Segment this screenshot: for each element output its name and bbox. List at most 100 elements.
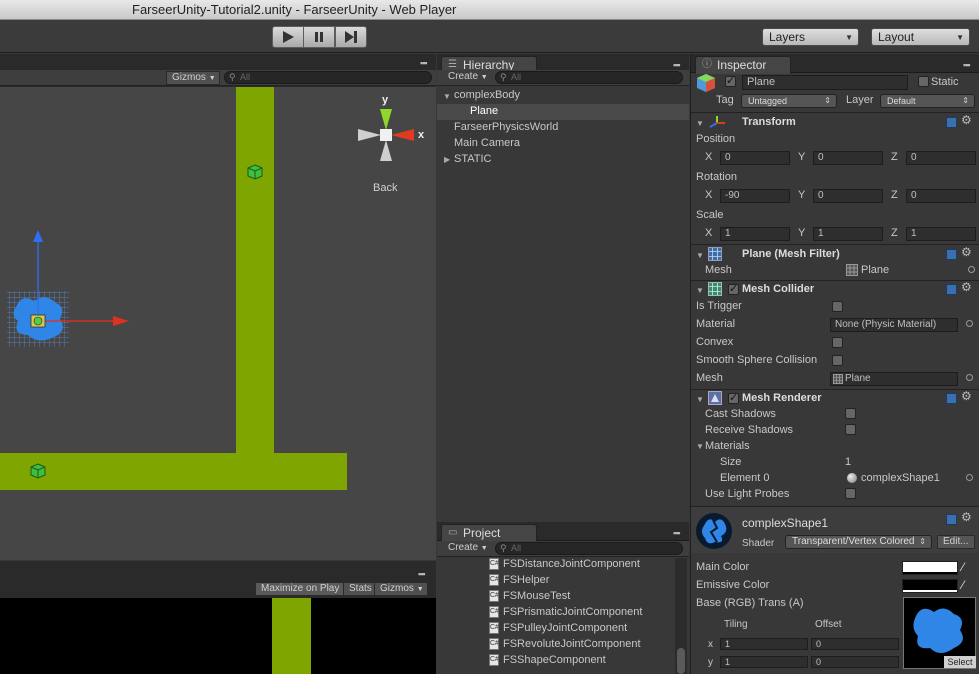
panel-menu-icon[interactable]: ▪▪▪ — [963, 60, 971, 70]
gear-icon[interactable]: ⚙ — [961, 245, 972, 259]
active-checkbox[interactable] — [725, 74, 736, 87]
eyedropper-icon[interactable]: ⁄ — [962, 560, 964, 574]
hierarchy-item[interactable]: Main Camera — [454, 137, 520, 149]
position-z-field[interactable]: 0 — [906, 151, 976, 165]
object-picker-icon[interactable] — [966, 474, 973, 481]
emissive-color-swatch[interactable] — [902, 579, 958, 593]
project-file[interactable]: C# FSMouseTest — [489, 590, 570, 602]
expand-down-icon[interactable]: ▼ — [696, 119, 704, 128]
rotation-z-field[interactable]: 0 — [906, 189, 976, 203]
scene-viewport[interactable]: y x Back — [0, 87, 436, 560]
hierarchy-create-dropdown[interactable]: Create ▼ — [443, 71, 489, 85]
mesh-filter-value[interactable]: Plane — [861, 264, 889, 276]
panel-menu-icon[interactable]: ▪▪▪ — [418, 569, 426, 579]
scrollbar-thumb[interactable] — [677, 648, 685, 674]
hierarchy-item[interactable]: complexBody — [454, 89, 520, 101]
project-file[interactable]: C# FSHelper — [489, 574, 549, 586]
hierarchy-item[interactable]: FarseerPhysicsWorld — [454, 121, 558, 133]
panel-menu-icon[interactable]: ▪▪▪ — [673, 528, 681, 538]
project-file[interactable]: C# FSPulleyJointComponent — [489, 622, 627, 634]
project-create-dropdown[interactable]: Create ▼ — [443, 542, 489, 556]
rotation-x-field[interactable]: -90 — [720, 189, 790, 203]
expand-down-icon[interactable]: ▼ — [696, 395, 704, 404]
position-y-field[interactable]: 0 — [813, 151, 883, 165]
stats-button[interactable]: Stats — [343, 582, 378, 596]
static-checkbox[interactable] — [918, 76, 929, 87]
is-trigger-checkbox[interactable] — [832, 301, 843, 312]
object-name-field[interactable]: Plane — [742, 75, 908, 90]
panel-menu-icon[interactable]: ▪▪▪ — [420, 58, 428, 68]
step-button[interactable] — [335, 26, 367, 48]
csharp-file-icon: C# — [489, 606, 499, 618]
expand-down-icon[interactable]: ▼ — [443, 92, 451, 101]
eyedropper-icon[interactable]: ⁄ — [962, 578, 964, 592]
panel-menu-icon[interactable]: ▪▪▪ — [673, 60, 681, 70]
expand-down-icon[interactable]: ▼ — [696, 286, 704, 295]
tab-inspector[interactable]: ⓘ Inspector — [695, 56, 791, 74]
help-book-icon[interactable] — [946, 514, 957, 525]
smooth-sphere-checkbox[interactable] — [832, 355, 843, 366]
tag-dropdown[interactable]: Untagged ⇕ — [741, 94, 837, 108]
scene-search-input[interactable]: ⚲ All — [224, 71, 432, 84]
help-book-icon[interactable] — [946, 117, 957, 128]
shader-edit-button[interactable]: Edit... — [937, 535, 975, 549]
hierarchy-search-input[interactable]: ⚲ All — [495, 71, 683, 84]
pause-button[interactable] — [303, 26, 335, 48]
layers-dropdown[interactable]: Layers ▼ — [762, 28, 859, 46]
offset-x-field[interactable]: 0 — [811, 638, 899, 650]
object-picker-icon[interactable] — [966, 374, 973, 381]
expand-down-icon[interactable]: ▼ — [696, 251, 704, 260]
gear-icon[interactable]: ⚙ — [961, 510, 972, 524]
expand-down-icon[interactable]: ▼ — [696, 442, 704, 451]
texture-select-button[interactable]: Select — [944, 656, 976, 668]
offset-y-field[interactable]: 0 — [811, 656, 899, 668]
collider-mesh-field[interactable]: Plane — [830, 372, 958, 386]
maximize-on-play-toggle[interactable]: Maximize on Play — [255, 582, 346, 596]
receive-shadows-checkbox[interactable] — [845, 424, 856, 435]
game-viewport[interactable] — [0, 598, 436, 674]
hierarchy-item-selected[interactable]: Plane — [470, 105, 498, 117]
texture-slot[interactable]: Select — [903, 597, 976, 669]
tiling-y-field[interactable]: 1 — [720, 656, 808, 668]
scale-x-field[interactable]: 1 — [720, 227, 790, 241]
use-light-probes-checkbox[interactable] — [845, 488, 856, 499]
play-button[interactable] — [272, 26, 304, 48]
object-picker-icon[interactable] — [966, 320, 973, 327]
gear-icon[interactable]: ⚙ — [961, 113, 972, 127]
main-color-swatch[interactable] — [902, 561, 958, 575]
tab-project[interactable]: ▭ Project — [441, 524, 537, 542]
rotation-y-field[interactable]: 0 — [813, 189, 883, 203]
game-gizmos-dropdown[interactable]: Gizmos ▼ — [374, 582, 428, 596]
tiling-x-field[interactable]: 1 — [720, 638, 808, 650]
position-x-field[interactable]: 0 — [720, 151, 790, 165]
project-file[interactable]: C# FSPrismaticJointComponent — [489, 606, 642, 618]
scene-gizmos-dropdown[interactable]: Gizmos ▼ — [166, 71, 220, 85]
help-book-icon[interactable] — [946, 284, 957, 295]
selected-object-gizmo[interactable] — [4, 227, 134, 347]
help-book-icon[interactable] — [946, 249, 957, 260]
layer-dropdown[interactable]: Default ⇕ — [880, 94, 975, 108]
layout-dropdown[interactable]: Layout ▼ — [871, 28, 970, 46]
expand-right-icon[interactable]: ▶ — [444, 155, 450, 164]
physic-material-field[interactable]: None (Physic Material) — [830, 318, 958, 332]
gear-icon[interactable]: ⚙ — [961, 280, 972, 294]
project-file[interactable]: C# FSRevoluteJointComponent — [489, 638, 641, 650]
gear-icon[interactable]: ⚙ — [961, 389, 972, 403]
mesh-renderer-enabled-checkbox[interactable] — [728, 391, 739, 404]
hierarchy-item[interactable]: STATIC — [454, 153, 491, 165]
project-file[interactable]: C# FSShapeComponent — [489, 654, 606, 666]
mesh-collider-enabled-checkbox[interactable] — [728, 282, 739, 295]
object-picker-icon[interactable] — [968, 266, 975, 273]
project-search-input[interactable]: ⚲ All — [495, 542, 683, 555]
project-file[interactable]: C# FSDistanceJointComponent — [489, 558, 640, 570]
size-value[interactable]: 1 — [845, 456, 851, 468]
project-scrollbar[interactable] — [675, 558, 687, 674]
scale-z-field[interactable]: 1 — [906, 227, 976, 241]
element-0-value[interactable]: complexShape1 — [861, 472, 940, 484]
convex-checkbox[interactable] — [832, 337, 843, 348]
scale-y-field[interactable]: 1 — [813, 227, 883, 241]
cast-shadows-checkbox[interactable] — [845, 408, 856, 419]
scene-orientation-gizmo[interactable] — [356, 105, 416, 165]
shader-dropdown[interactable]: Transparent/Vertex Colored ⇕ — [785, 535, 932, 549]
help-book-icon[interactable] — [946, 393, 957, 404]
